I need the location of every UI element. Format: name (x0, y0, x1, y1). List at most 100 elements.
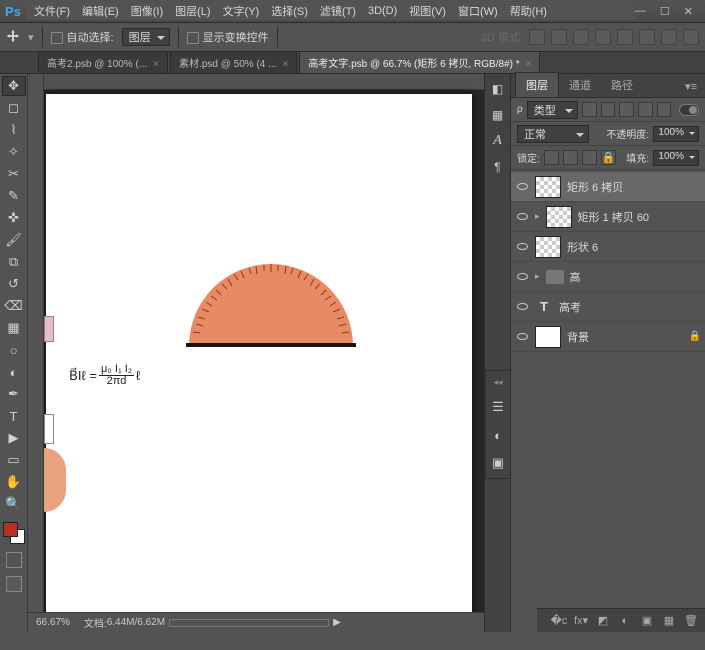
screenmode-toggle[interactable] (6, 576, 22, 592)
lock-all-icon[interactable]: 🔒 (601, 150, 616, 165)
layer-name[interactable]: 矩形 6 拷贝 (567, 179, 701, 195)
layer-row[interactable]: T 高考 (511, 292, 705, 322)
color-panel-icon[interactable]: ◧ (489, 80, 507, 98)
layer-row[interactable]: 背景 🔒 (511, 322, 705, 352)
lock-transparent-icon[interactable] (544, 150, 559, 165)
menu-filter[interactable]: 滤镜(T) (314, 3, 362, 19)
menu-edit[interactable]: 编辑(E) (76, 3, 125, 19)
align-panel-icon[interactable]: ☰ (489, 398, 507, 416)
link-layers-icon[interactable]: �с (551, 613, 567, 629)
visibility-toggle[interactable] (515, 240, 529, 254)
filter-type-combo[interactable]: 类型 (527, 101, 578, 119)
gradient-tool[interactable]: ▦ (2, 318, 26, 338)
move-tool[interactable]: ✥ (2, 76, 26, 96)
close-icon[interactable]: × (153, 59, 159, 70)
group-icon[interactable]: ▣ (639, 613, 655, 629)
tab-channels[interactable]: 通道 (559, 73, 601, 97)
character-panel-icon[interactable]: A (489, 132, 507, 150)
layer-row[interactable]: 形状 6 (511, 232, 705, 262)
menu-window[interactable]: 窗口(W) (452, 3, 504, 19)
quickmask-toggle[interactable] (6, 552, 22, 568)
tab-layers[interactable]: 图层 (515, 72, 559, 97)
maximize-button[interactable]: ☐ (660, 5, 670, 18)
menu-view[interactable]: 视图(V) (403, 3, 452, 19)
layer-style-icon[interactable]: fx▾ (573, 613, 589, 629)
visibility-toggle[interactable] (515, 210, 529, 224)
healing-brush-tool[interactable]: ✜ (2, 208, 26, 228)
filter-toggle[interactable] (679, 104, 699, 116)
filter-pixel-icon[interactable] (582, 102, 597, 117)
lasso-tool[interactable]: ⌇ (2, 120, 26, 140)
document-tab-active[interactable]: 高考文字.psb @ 66.7% (矩形 6 拷贝, RGB/8#) *× (299, 51, 540, 73)
paragraph-panel-icon[interactable]: ¶ (489, 158, 507, 176)
fill-input[interactable]: 100% (653, 150, 699, 166)
layer-name[interactable]: 高 (570, 269, 701, 285)
layer-mask-icon[interactable]: ◩ (595, 613, 611, 629)
document-tab[interactable]: 高考2.psb @ 100% (...× (38, 51, 168, 73)
type-tool[interactable]: T (2, 406, 26, 426)
adjustment-layer-icon[interactable]: ◐ (617, 613, 633, 629)
layer-name[interactable]: 背景 (567, 329, 683, 345)
filter-smart-icon[interactable] (657, 102, 672, 117)
layer-name[interactable]: 高考 (559, 299, 701, 315)
filter-type-icon[interactable] (619, 102, 634, 117)
dodge-tool[interactable]: ◐ (2, 362, 26, 382)
menu-select[interactable]: 选择(S) (265, 3, 314, 19)
layer-row[interactable]: ▸ 高 (511, 262, 705, 292)
align-icon-2[interactable] (551, 29, 567, 45)
clone-stamp-tool[interactable]: ⧉ (2, 252, 26, 272)
menu-3d[interactable]: 3D(D) (362, 5, 403, 17)
foreground-color[interactable] (3, 522, 18, 537)
menu-layer[interactable]: 图层(L) (169, 3, 216, 19)
layer-name[interactable]: 形状 6 (567, 239, 701, 255)
auto-select-checkbox[interactable]: 自动选择: (51, 29, 114, 45)
align-icon[interactable] (529, 29, 545, 45)
styles-panel-icon[interactable]: ▣ (489, 454, 507, 472)
panel-menu-icon[interactable]: ▾≡ (677, 76, 705, 97)
pen-tool[interactable]: ✒ (2, 384, 26, 404)
filter-adjust-icon[interactable] (601, 102, 616, 117)
menu-file[interactable]: 文件(F) (28, 3, 76, 19)
eyedropper-tool[interactable]: ✎ (2, 186, 26, 206)
visibility-toggle[interactable] (515, 180, 529, 194)
color-swatch[interactable] (3, 522, 25, 544)
layer-row[interactable]: ▸ 矩形 1 拷贝 60 (511, 202, 705, 232)
blur-tool[interactable]: ○ (2, 340, 26, 360)
new-layer-icon[interactable]: ▦ (661, 613, 677, 629)
tab-paths[interactable]: 路径 (601, 73, 643, 97)
menu-image[interactable]: 图像(I) (125, 3, 169, 19)
path-select-tool[interactable]: ▶ (2, 428, 26, 448)
layer-row[interactable]: 矩形 6 拷贝 (511, 172, 705, 202)
shape-tool[interactable]: ▭ (2, 450, 26, 470)
document-tab[interactable]: 素材.psd @ 50% (4 ...× (170, 51, 297, 73)
adjustments-panel-icon[interactable]: ◐ (489, 426, 507, 444)
marquee-tool[interactable]: ◻ (2, 98, 26, 118)
opacity-input[interactable]: 100% (653, 126, 699, 142)
zoom-tool[interactable]: 🔍 (2, 494, 26, 514)
layer-name[interactable]: 矩形 1 拷贝 60 (578, 209, 701, 225)
lock-position-icon[interactable] (582, 150, 597, 165)
lock-pixels-icon[interactable] (563, 150, 578, 165)
eraser-tool[interactable]: ⌫ (2, 296, 26, 316)
delete-layer-icon[interactable]: 🗑 (683, 613, 699, 629)
visibility-toggle[interactable] (515, 330, 529, 344)
canvas-area[interactable]: B⃗Iℓ = μ₀ I₁ I₂2πd ℓ (44, 74, 484, 612)
auto-select-mode[interactable]: 图层 (122, 28, 170, 46)
magic-wand-tool[interactable]: ✧ (2, 142, 26, 162)
align-icon-5[interactable] (617, 29, 633, 45)
minimize-button[interactable]: — (635, 5, 646, 18)
crop-tool[interactable]: ✂ (2, 164, 26, 184)
document-canvas[interactable]: B⃗Iℓ = μ₀ I₁ I₂2πd ℓ (46, 94, 472, 612)
show-transform-checkbox[interactable]: 显示变换控件 (187, 29, 269, 45)
close-icon[interactable]: × (526, 59, 532, 70)
brush-tool[interactable]: 🖌 (2, 230, 26, 250)
align-icon-4[interactable] (595, 29, 611, 45)
close-icon[interactable]: × (282, 59, 288, 70)
align-icon-7[interactable] (661, 29, 677, 45)
history-brush-tool[interactable]: ↺ (2, 274, 26, 294)
hand-tool[interactable]: ✋ (2, 472, 26, 492)
swatches-panel-icon[interactable]: ▦ (489, 106, 507, 124)
visibility-toggle[interactable] (515, 270, 529, 284)
blend-mode-combo[interactable]: 正常 (517, 125, 589, 143)
filter-shape-icon[interactable] (638, 102, 653, 117)
